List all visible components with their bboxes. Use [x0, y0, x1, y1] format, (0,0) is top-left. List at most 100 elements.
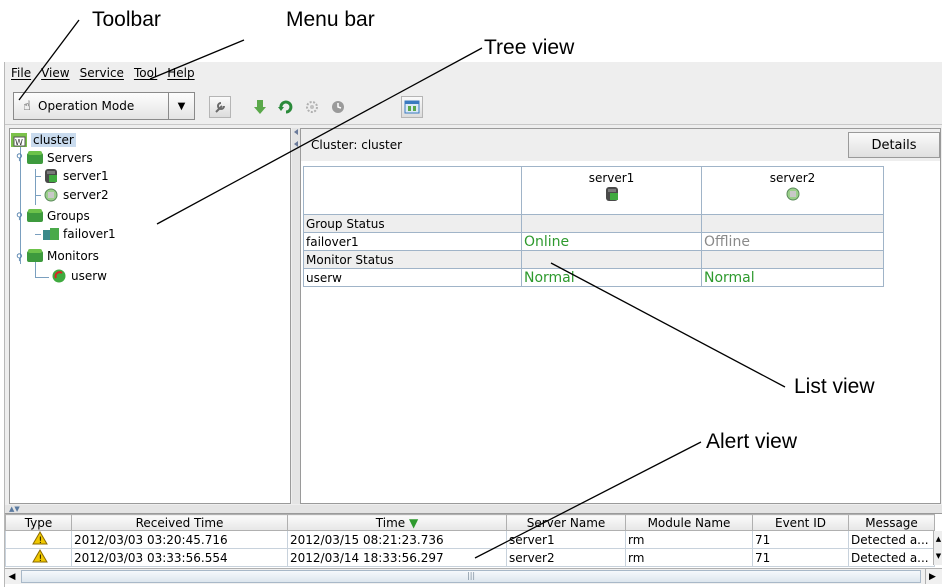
alert-module: rm [625, 548, 753, 567]
menu-service[interactable]: Service [80, 66, 124, 80]
window-button[interactable] [401, 96, 423, 118]
collapse-icon[interactable]: ⚲ [16, 253, 23, 263]
alert-received: 2012/03/03 03:33:56.554 [71, 548, 288, 567]
col-module-name[interactable]: Module Name [625, 514, 753, 531]
chevron-down-icon[interactable]: ▼ [168, 93, 194, 119]
menu-help[interactable]: Help [167, 66, 194, 80]
column-server2: server2 [701, 166, 884, 215]
col-server-name[interactable]: Server Name [506, 514, 626, 531]
svg-text:W: W [15, 138, 23, 147]
collapse-icon[interactable]: ⚲ [16, 153, 23, 163]
group-status-label: Group Status [303, 214, 522, 233]
tree-node-server1-label: server1 [63, 169, 109, 183]
alert-time: 2012/03/15 08:21:23.736 [287, 530, 507, 549]
alert-row[interactable]: ! 2012/03/03 03:33:56.554 2012/03/14 18:… [5, 548, 935, 567]
warning-icon: ! [5, 548, 72, 567]
tree-node-cluster[interactable]: W cluster [11, 131, 76, 149]
alert-received: 2012/03/03 03:20:45.716 [71, 530, 288, 549]
gear-button[interactable] [301, 96, 323, 118]
toolbar: ☝ Operation Mode ▼ [5, 85, 942, 125]
hand-icon: ☝ [23, 98, 31, 114]
server-offline-icon [44, 188, 58, 202]
app-window: File View Service Tool Help ☝ Operation … [4, 62, 942, 587]
tree-node-userw[interactable]: userw [51, 267, 107, 285]
col-time[interactable]: Time ▼ [287, 514, 507, 531]
group-status-server1: Online [521, 232, 702, 251]
vertical-splitter[interactable] [292, 128, 300, 504]
status-table: server1 server2 Group Status failover1 O… [303, 166, 884, 287]
alert-server: server2 [506, 548, 626, 567]
alert-vertical-scrollbar[interactable]: ▲ ▼ [933, 531, 942, 565]
menu-file[interactable]: File [11, 66, 31, 80]
tree-node-monitors[interactable]: Monitors [27, 247, 99, 265]
col-event-id[interactable]: Event ID [752, 514, 849, 531]
callout-alert-view: Alert view [706, 430, 798, 453]
refresh-button[interactable] [275, 96, 297, 118]
col-received-time[interactable]: Received Time [71, 514, 288, 531]
folder-icon [27, 151, 43, 164]
callout-toolbar: Toolbar [92, 8, 161, 31]
callout-menu-bar: Menu bar [286, 8, 375, 31]
scroll-right-icon[interactable]: ▶ [925, 569, 939, 584]
monitor-status-section: Monitor Status [303, 250, 884, 269]
group-status-section: Group Status [303, 214, 884, 233]
col-message[interactable]: Message [848, 514, 935, 531]
cluster-icon: W [11, 133, 27, 147]
collapse-icon[interactable]: ⚲ [16, 212, 23, 222]
server-icon [605, 187, 618, 201]
mode-select[interactable]: ☝ Operation Mode ▼ [13, 92, 195, 120]
alert-row[interactable]: ! 2012/03/03 03:20:45.716 2012/03/15 08:… [5, 530, 935, 549]
tree-node-servers[interactable]: Servers [27, 149, 93, 167]
menu-bar: File View Service Tool Help [5, 62, 942, 84]
alert-event-id: 71 [752, 530, 849, 549]
tree-node-servers-label: Servers [47, 151, 93, 165]
tree-node-server1[interactable]: server1 [43, 167, 109, 185]
list-title: Cluster: cluster [311, 138, 403, 152]
folder-icon [27, 249, 43, 262]
status-table-corner [303, 166, 522, 215]
callout-tree-view: Tree view [484, 36, 575, 59]
window-icon [404, 100, 420, 114]
tree-node-groups[interactable]: Groups [27, 207, 90, 225]
group-status-server2: Offline [701, 232, 884, 251]
col-type[interactable]: Type [5, 514, 72, 531]
monitor-row-userw[interactable]: userw Normal Normal [303, 268, 884, 287]
grip-icon: ||| [467, 571, 476, 580]
horizontal-splitter[interactable]: ▲▼ [5, 505, 942, 513]
alert-table: Type Received Time Time ▼ Server Name Mo… [5, 514, 935, 567]
menu-view[interactable]: View [41, 66, 69, 80]
col-time-label: Time [375, 515, 406, 530]
mode-select-label: Operation Mode [38, 99, 135, 113]
svg-text:!: ! [38, 554, 42, 563]
monitor-status-server2: Normal [701, 268, 884, 287]
download-button[interactable] [249, 96, 271, 118]
alert-view: Type Received Time Time ▼ Server Name Mo… [5, 513, 942, 587]
clock-button[interactable] [327, 96, 349, 118]
svg-text:!: ! [38, 536, 42, 545]
alert-time: 2012/03/14 18:33:56.297 [287, 548, 507, 567]
alert-event-id: 71 [752, 548, 849, 567]
tree-node-cluster-label: cluster [31, 133, 76, 147]
scroll-left-icon[interactable]: ◀ [5, 569, 19, 584]
monitor-status-label: Monitor Status [303, 250, 522, 269]
tree-node-failover1[interactable]: failover1 [43, 225, 116, 243]
alert-message: Detected a... [848, 548, 935, 567]
server-offline-icon [786, 187, 799, 201]
callout-list-view: List view [794, 375, 875, 398]
list-header: Cluster: cluster Details [301, 129, 940, 161]
warning-icon: ! [5, 530, 72, 549]
group-row-failover1[interactable]: failover1 Online Offline [303, 232, 884, 251]
tree-node-server2[interactable]: server2 [43, 186, 109, 204]
column-server1: server1 [521, 166, 702, 215]
group-name: failover1 [303, 232, 522, 251]
alert-server: server1 [506, 530, 626, 549]
folder-icon [27, 209, 43, 222]
wrench-button[interactable] [209, 96, 231, 118]
alert-horizontal-scrollbar[interactable]: ◀ ||| ▶ [5, 568, 942, 584]
server-icon [45, 169, 57, 183]
column-server2-label: server2 [769, 171, 816, 185]
details-button[interactable]: Details [848, 132, 940, 158]
menu-tool[interactable]: Tool [134, 66, 157, 80]
alert-module: rm [625, 530, 753, 549]
failover-group-icon [43, 228, 59, 240]
